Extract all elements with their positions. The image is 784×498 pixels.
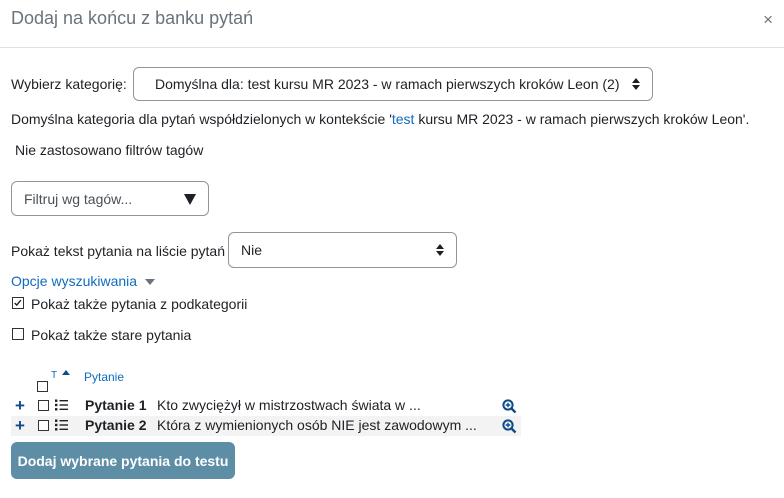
subcategories-label: Pokaż także pytania z podkategorii [31,296,248,312]
context-link[interactable]: test [392,111,415,127]
question-column-header[interactable]: Pytanie [84,370,124,384]
subcategories-checkbox[interactable] [12,297,24,309]
category-select-value: Domyślna dla: test kursu MR 2023 - w ram… [155,76,620,92]
row-checkbox[interactable] [38,400,49,411]
category-description: Domyślna kategoria dla pytań współdzielo… [11,111,749,127]
show-text-label: Pokaż tekst pytania na liście pytań [11,243,226,259]
show-text-select-value: Nie [241,242,263,258]
tag-filter-placeholder: Filtruj wg tagów... [24,190,133,207]
add-selected-button[interactable]: Dodaj wybrane pytania do testu [11,442,235,479]
category-description-post: kursu MR 2023 - w ramach pierwszych krok… [414,111,750,127]
question-text: Kto zwyciężył w mistrzostwach świata w .… [157,397,421,413]
category-select[interactable]: Domyślna dla: test kursu MR 2023 - w ram… [133,67,653,101]
checkmark-icon [14,299,22,307]
close-icon[interactable]: × [763,10,773,30]
old-questions-checkbox[interactable] [12,328,24,340]
preview-zoom-icon[interactable] [502,399,517,414]
category-label: Wybierz kategorię: [11,76,127,92]
select-arrows-icon [632,78,640,90]
preview-zoom-icon[interactable] [502,419,517,434]
multichoice-icon [55,399,68,411]
multichoice-icon [55,419,68,431]
dropdown-triangle-icon [184,194,196,205]
modal-title: Dodaj na końcu z banku pytań [11,8,254,28]
question-text: Która z wymienionych osób NIE jest zawod… [157,417,477,433]
question-name: Pytanie 2 [85,417,147,433]
type-header-text: T [51,370,58,381]
question-name: Pytanie 1 [85,397,147,413]
tag-filter-input[interactable]: Filtruj wg tagów... [11,181,209,216]
category-description-pre: Domyślna kategoria dla pytań współdzielo… [11,111,392,127]
table-row: + Pytanie 2 Która z wymienionych osób NI… [11,416,521,436]
search-options-toggle[interactable]: Opcje wyszukiwania [11,273,155,289]
modal-header: Dodaj na końcu z banku pytań × [0,0,784,48]
caret-down-icon [144,279,155,286]
row-checkbox[interactable] [38,420,49,431]
sort-asc-icon [62,370,70,375]
old-questions-label: Pokaż także stare pytania [31,327,192,343]
select-all-checkbox[interactable] [37,381,48,392]
search-options-label: Opcje wyszukiwania [11,273,138,289]
add-icon[interactable]: + [15,397,25,414]
no-tag-filter-text: Nie zastosowano filtrów tagów [15,142,204,158]
show-text-select[interactable]: Nie [228,232,457,268]
table-row: + Pytanie 1 Kto zwyciężył w mistrzostwac… [11,396,521,416]
type-column-header[interactable]: T [51,370,57,381]
select-arrows-icon [436,244,444,256]
add-icon[interactable]: + [15,417,25,434]
